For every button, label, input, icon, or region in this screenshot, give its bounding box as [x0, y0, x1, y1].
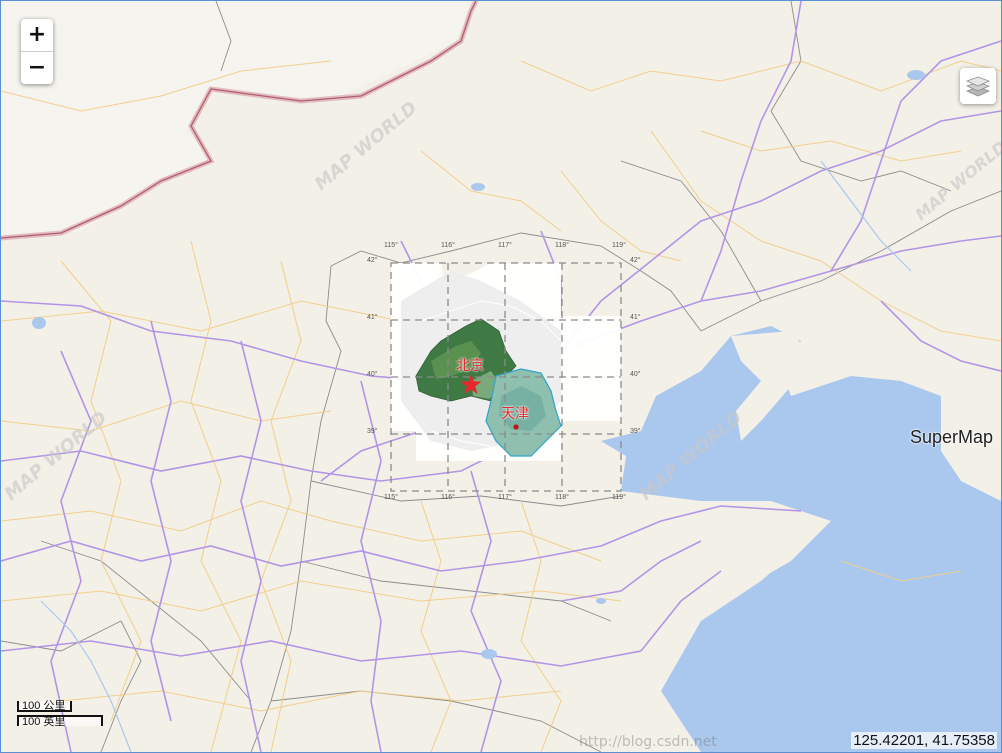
lon-label-bottom: 116°: [441, 494, 455, 501]
lat-label: 40°: [367, 371, 378, 378]
lon-label-bottom: 117°: [498, 494, 512, 501]
lon-label-top: 118°: [555, 242, 569, 249]
lon-label-bottom: 115°: [384, 494, 398, 501]
city-label-beijing: 北京: [456, 357, 484, 373]
lat-label: 41°: [630, 314, 641, 321]
lon-label-top: 116°: [441, 242, 455, 249]
zoom-in-button[interactable]: +: [21, 19, 53, 51]
lon-label-bottom: 119°: [612, 494, 626, 501]
lon-label-top: 117°: [498, 242, 512, 249]
layers-icon: [965, 76, 991, 97]
lat-label: 41°: [367, 314, 378, 321]
lat-label: 39°: [367, 428, 378, 435]
lat-label: 42°: [630, 257, 641, 264]
mouse-coordinates: 125.42201, 41.75358: [851, 732, 997, 749]
lat-label: 42°: [367, 257, 378, 264]
city-label-tianjin: 天津: [501, 405, 529, 421]
zoom-control: + −: [21, 19, 53, 84]
url-watermark: http://blog.csdn.net: [579, 734, 717, 750]
tianjin-dot-marker: [513, 424, 519, 430]
lon-label-bottom: 118°: [555, 494, 569, 501]
layers-control-button[interactable]: [960, 68, 996, 104]
scale-metric: 100 公里: [17, 701, 72, 712]
lat-label: 39°: [630, 428, 641, 435]
lon-label-top: 115°: [384, 242, 398, 249]
supermap-brand: SuperMap: [909, 427, 993, 447]
scale-imperial: 100 英里: [17, 715, 103, 728]
basemap: MAP WORLD MAP WORLD MAP WORLD MAP WORLD: [1, 1, 1001, 752]
map-canvas[interactable]: MAP WORLD MAP WORLD MAP WORLD MAP WORLD: [0, 0, 1002, 753]
zoom-out-button[interactable]: −: [21, 51, 53, 84]
lon-label-top: 119°: [612, 242, 626, 249]
lat-label: 40°: [630, 371, 641, 378]
